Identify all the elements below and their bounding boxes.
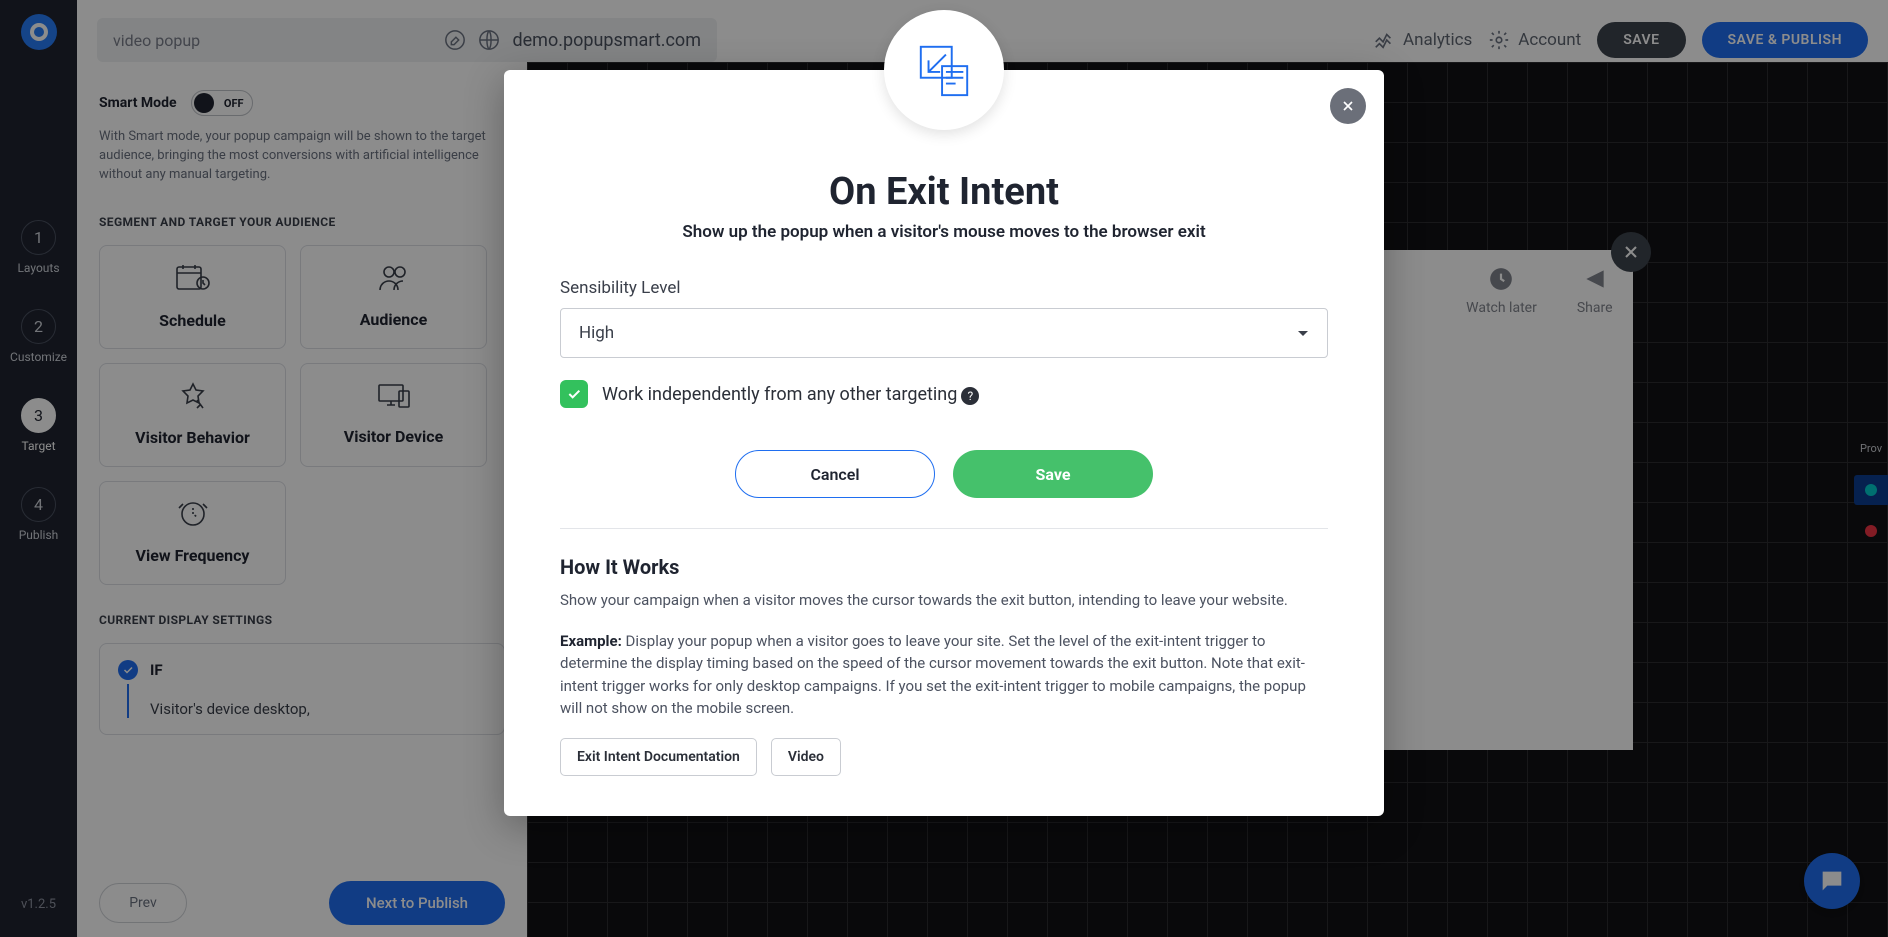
modal-title: On Exit Intent <box>560 170 1328 214</box>
cancel-button[interactable]: Cancel <box>735 450 935 498</box>
sensibility-value: High <box>579 323 614 343</box>
modal-overlay: On Exit Intent Show up the popup when a … <box>0 0 1888 937</box>
video-button[interactable]: Video <box>771 738 841 776</box>
modal-subtitle: Show up the popup when a visitor's mouse… <box>560 222 1328 242</box>
sensibility-label: Sensibility Level <box>560 278 1328 298</box>
example-text: Example: Display your popup when a visit… <box>560 630 1328 720</box>
modal-save-button[interactable]: Save <box>953 450 1153 498</box>
independent-checkbox[interactable] <box>560 380 588 408</box>
help-icon[interactable]: ? <box>961 387 979 405</box>
modal-header-icon <box>884 10 1004 130</box>
how-it-works-heading: How It Works <box>560 555 1328 579</box>
independent-label: Work independently from any other target… <box>602 384 979 405</box>
modal-close-button[interactable] <box>1330 88 1366 124</box>
exit-intent-modal: On Exit Intent Show up the popup when a … <box>504 70 1384 816</box>
exit-intent-doc-button[interactable]: Exit Intent Documentation <box>560 738 757 776</box>
chevron-down-icon <box>1297 323 1309 343</box>
sensibility-select[interactable]: High <box>560 308 1328 358</box>
how-it-works-text: Show your campaign when a visitor moves … <box>560 589 1328 612</box>
